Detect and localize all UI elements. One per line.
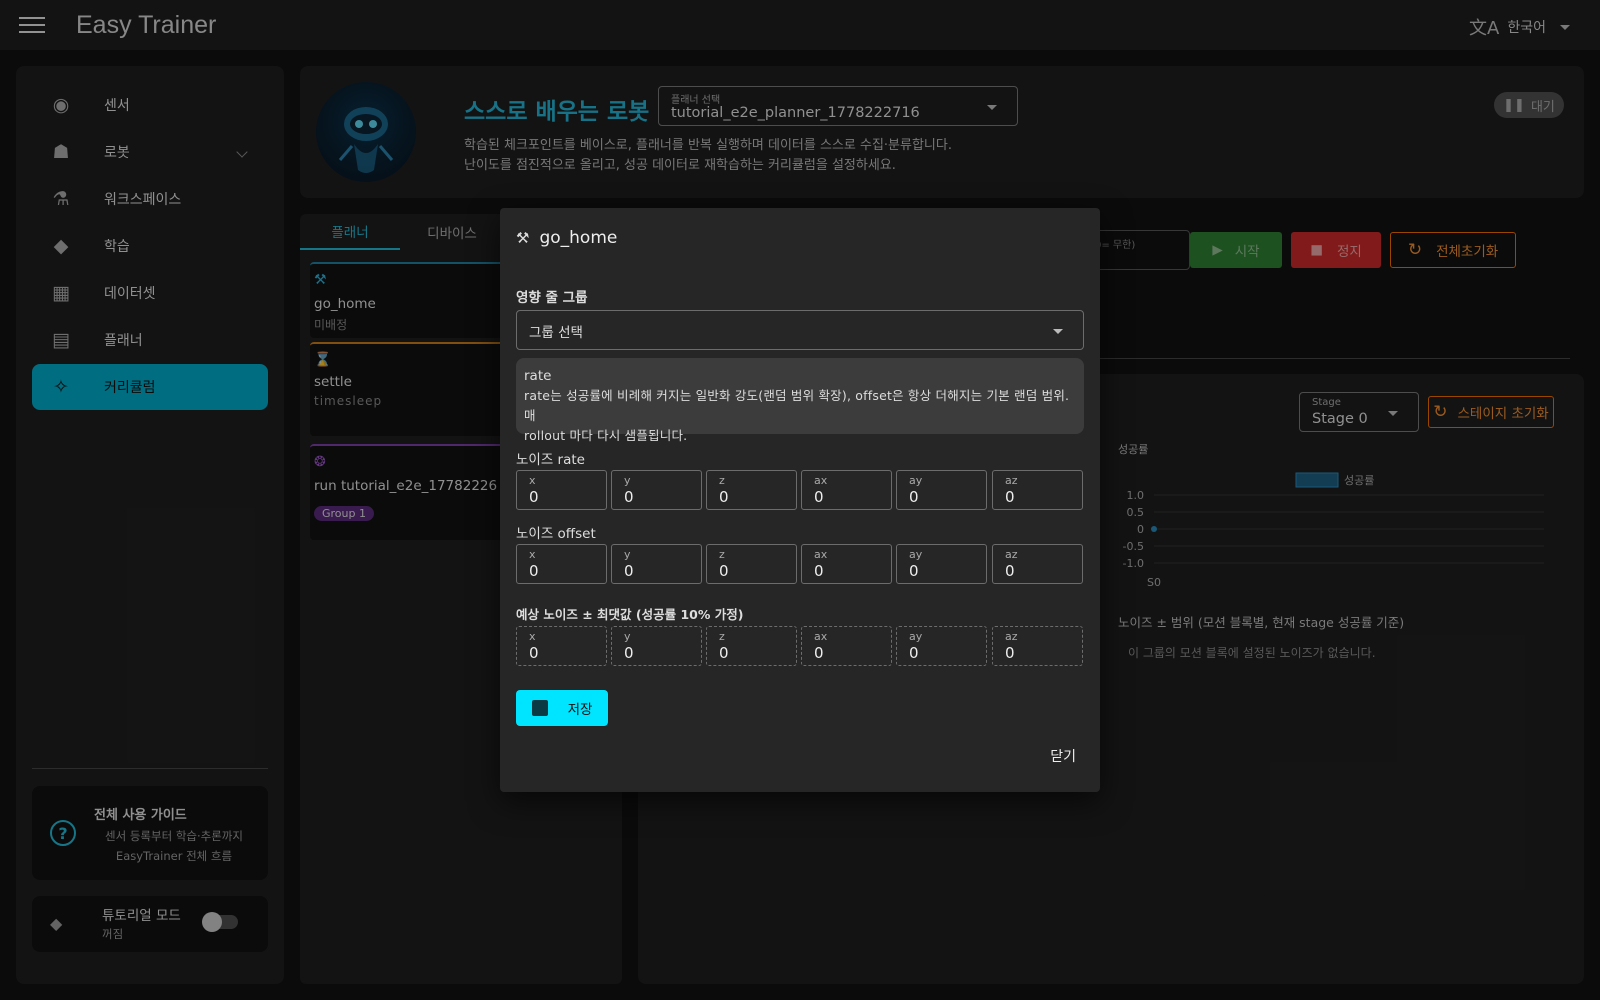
field-value: 0: [1005, 562, 1015, 580]
info-desc: rate는 성공률에 비례해 커지는 일반화 강도(랜덤 범위 확장), off…: [524, 388, 1070, 423]
group-label: 영향 줄 그룹: [516, 290, 588, 306]
field-value: 0: [719, 644, 729, 662]
save-label: 저장: [567, 702, 593, 718]
field-label: ay: [909, 474, 923, 487]
field-value: 0: [719, 562, 729, 580]
field-value: 0: [719, 488, 729, 506]
field-value: 0: [1005, 488, 1015, 506]
rate-az-field[interactable]: az 0: [992, 470, 1083, 510]
group-select[interactable]: 그룹 선택: [516, 310, 1084, 350]
robot-arm-icon: ⚒: [516, 229, 530, 247]
field-value: 0: [909, 562, 919, 580]
field-label: x: [529, 474, 536, 487]
field-value: 0: [814, 562, 824, 580]
offset-ax-field[interactable]: ax 0: [801, 544, 892, 584]
field-value: 0: [814, 488, 824, 506]
field-value: 0: [529, 488, 539, 506]
field-value: 0: [624, 562, 634, 580]
expected-ay-field: ay 0: [896, 626, 987, 666]
field-value: 0: [814, 644, 824, 662]
expected-az-field: az 0: [992, 626, 1083, 666]
rate-ay-field[interactable]: ay 0: [896, 470, 987, 510]
field-label: x: [529, 630, 536, 643]
field-label: ax: [814, 630, 828, 643]
expected-fields: x0 y0 z0 ax 0 ay 0 az 0: [516, 626, 1084, 666]
offset-ay-field[interactable]: ay 0: [896, 544, 987, 584]
chevron-down-icon: [1053, 329, 1063, 334]
field-label: az: [1005, 548, 1018, 561]
expected-noise-label: 예상 노이즈 ± 최댓값 (성공률 10% 가정): [516, 607, 744, 622]
field-label: z: [719, 630, 725, 643]
expected-y-field: y0: [611, 626, 702, 666]
field-label: x: [529, 548, 536, 561]
group-select-placeholder: 그룹 선택: [529, 325, 583, 341]
expected-x-field: x0: [516, 626, 607, 666]
info-desc: rollout 마다 다시 샘플됩니다.: [524, 428, 688, 443]
offset-fields: x0 y0 z0 ax 0 ay 0 az 0: [516, 544, 1084, 584]
dialog-title: ⚒ go_home: [516, 228, 617, 248]
noise-dialog: ⚒ go_home 영향 줄 그룹 그룹 선택 rate rate는 성공률에 …: [500, 208, 1100, 792]
field-value: 0: [529, 562, 539, 580]
save-button[interactable]: 저장: [516, 690, 608, 726]
rate-ax-field[interactable]: ax 0: [801, 470, 892, 510]
field-value: 0: [624, 644, 634, 662]
field-value: 0: [624, 488, 634, 506]
field-label: y: [624, 630, 631, 643]
rate-y-field[interactable]: y0: [611, 470, 702, 510]
offset-x-field[interactable]: x0: [516, 544, 607, 584]
dialog-title-text: go_home: [539, 228, 618, 248]
field-value: 0: [909, 488, 919, 506]
offset-y-field[interactable]: y0: [611, 544, 702, 584]
field-label: az: [1005, 474, 1018, 487]
field-label: z: [719, 474, 725, 487]
field-label: ax: [814, 474, 828, 487]
info-box: rate rate는 성공률에 비례해 커지는 일반화 강도(랜덤 범위 확장)…: [516, 358, 1084, 443]
field-label: ax: [814, 548, 828, 561]
rate-fields: x0 y0 z0 ax 0 ay 0 az 0: [516, 470, 1084, 510]
field-label: y: [624, 548, 631, 561]
field-value: 0: [909, 644, 919, 662]
rate-x-field[interactable]: x0: [516, 470, 607, 510]
field-label: ay: [909, 630, 923, 643]
field-value: 0: [529, 644, 539, 662]
field-label: az: [1005, 630, 1018, 643]
field-value: 0: [1005, 644, 1015, 662]
rate-label: 노이즈 rate: [516, 452, 585, 468]
expected-ax-field: ax 0: [801, 626, 892, 666]
close-button[interactable]: 닫기: [1050, 746, 1076, 766]
info-title: rate: [524, 368, 552, 384]
field-label: z: [719, 548, 725, 561]
offset-z-field[interactable]: z0: [706, 544, 797, 584]
offset-az-field[interactable]: az 0: [992, 544, 1083, 584]
field-label: ay: [909, 548, 923, 561]
rate-z-field[interactable]: z0: [706, 470, 797, 510]
floppy-disk-icon: [531, 700, 548, 716]
offset-label: 노이즈 offset: [516, 526, 596, 542]
expected-z-field: z0: [706, 626, 797, 666]
field-label: y: [624, 474, 631, 487]
